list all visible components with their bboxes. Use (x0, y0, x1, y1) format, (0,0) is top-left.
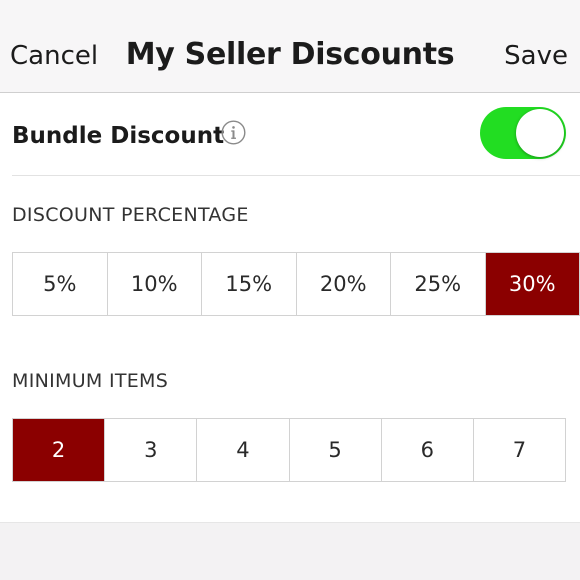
bundle-discount-toggle[interactable] (480, 107, 566, 159)
minimum-items-label: MINIMUM ITEMS (12, 370, 169, 392)
divider (12, 175, 580, 176)
discount-percentage-option[interactable]: 5% (13, 253, 107, 315)
discount-percentage-option[interactable]: 10% (106, 253, 201, 315)
bundle-discount-label: Bundle Discount (12, 123, 225, 149)
discount-percentage-option[interactable]: 15% (201, 253, 296, 315)
page-title: My Seller Discounts (125, 37, 455, 72)
info-circle-icon[interactable] (221, 120, 246, 145)
discount-settings-panel: Bundle Discount DISCOUNT PERCENTAGE 5% 10… (0, 93, 580, 523)
discount-percentage-selector: 5% 10% 15% 20% 25% 30% (12, 252, 580, 316)
minimum-items-selector: 234567 (12, 418, 566, 482)
nav-bar: Cancel My Seller Discounts Save (0, 0, 580, 93)
minimum-items-option[interactable]: 5 (288, 419, 381, 481)
minimum-items-option[interactable]: 3 (104, 419, 197, 481)
minimum-items-option[interactable]: 2 (13, 419, 105, 481)
discount-percentage-option[interactable]: 20% (295, 253, 390, 315)
discount-percentage-label: DISCOUNT PERCENTAGE (12, 204, 249, 226)
discount-percentage-option[interactable]: 30% (484, 253, 579, 315)
discount-percentage-option[interactable]: 25% (390, 253, 485, 315)
toggle-knob (516, 109, 564, 157)
minimum-items-option[interactable]: 7 (472, 419, 566, 481)
bundle-discount-row: Bundle Discount (0, 93, 580, 175)
minimum-items-option[interactable]: 4 (196, 419, 289, 481)
minimum-items-option[interactable]: 6 (380, 419, 473, 481)
save-button[interactable]: Save (504, 36, 568, 76)
